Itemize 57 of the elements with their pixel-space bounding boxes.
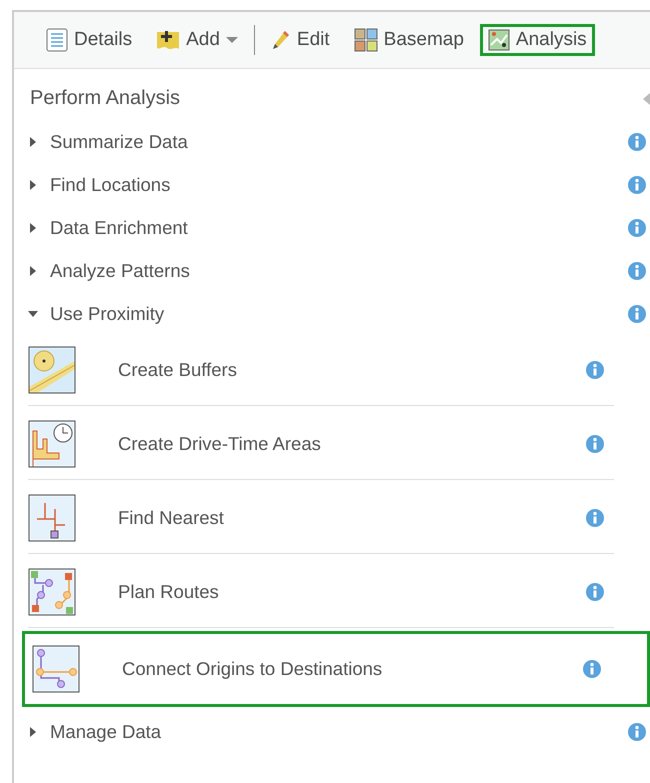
toolbar-button[interactable]: Add [148,24,246,56]
info-icon[interactable] [586,435,604,453]
toolbar-button[interactable]: Details [38,23,140,57]
info-icon[interactable] [628,722,646,740]
tool-row[interactable]: Create Drive-Time Areas [28,409,614,480]
map-icon [488,29,510,51]
toolbar-button[interactable]: Edit [262,24,338,56]
routes-map-icon [28,568,76,616]
info-icon[interactable] [583,660,601,678]
category-label: Analyze Patterns [50,260,190,282]
category-row[interactable]: Use Proximity [14,292,650,335]
caret-icon [28,222,38,232]
caret-icon [28,266,38,276]
caret-icon [28,726,38,736]
drive-time-map-icon [28,420,76,468]
tool-label: Plan Routes [118,581,220,603]
toolbar-button[interactable]: Basemap [346,23,472,57]
collapse-icon[interactable] [643,92,650,104]
tool-label: Connect Origins to Destinations [122,658,384,680]
caret-icon [28,308,38,318]
tool-label: Find Nearest [118,507,225,529]
pencil-icon [270,29,291,51]
info-icon[interactable] [628,262,646,280]
tool-row[interactable]: Create Buffers [28,335,614,406]
info-icon[interactable] [628,304,646,322]
info-icon[interactable] [586,509,604,527]
category-row[interactable]: Summarize Data [14,120,650,163]
document-icon [46,28,68,52]
category-row[interactable]: Analyze Patterns [14,249,650,292]
basemap-grid-icon [354,28,378,52]
network-map-icon [28,494,76,542]
toolbar-button[interactable]: Analysis [480,24,595,56]
tool-label: Create Buffers [118,359,238,381]
info-icon[interactable] [586,361,604,379]
caret-icon [28,180,38,190]
info-icon[interactable] [628,218,646,236]
info-icon[interactable] [628,176,646,194]
category-label: Manage Data [50,720,162,742]
category-label: Data Enrichment [50,216,188,238]
caret-icon [28,136,38,146]
tool-row[interactable]: Plan Routes [28,557,614,628]
tool-row[interactable]: Find Nearest [28,483,614,554]
connections-map-icon [32,645,80,693]
buffer-map-icon [28,346,76,394]
category-row[interactable]: Manage Data [14,710,650,753]
category-label: Summarize Data [50,130,188,152]
category-label: Use Proximity [50,302,164,324]
info-icon[interactable] [586,583,604,601]
tool-label: Create Drive-Time Areas [118,433,322,455]
add-icon [156,29,180,51]
panel-title: Perform Analysis [30,87,180,110]
category-row[interactable]: Find Locations [14,163,650,206]
info-icon[interactable] [628,132,646,150]
dropdown-caret-icon [226,36,238,44]
tool-row[interactable]: Connect Origins to Destinations [22,631,650,707]
category-label: Find Locations [50,174,170,196]
category-row[interactable]: Data Enrichment [14,206,650,249]
